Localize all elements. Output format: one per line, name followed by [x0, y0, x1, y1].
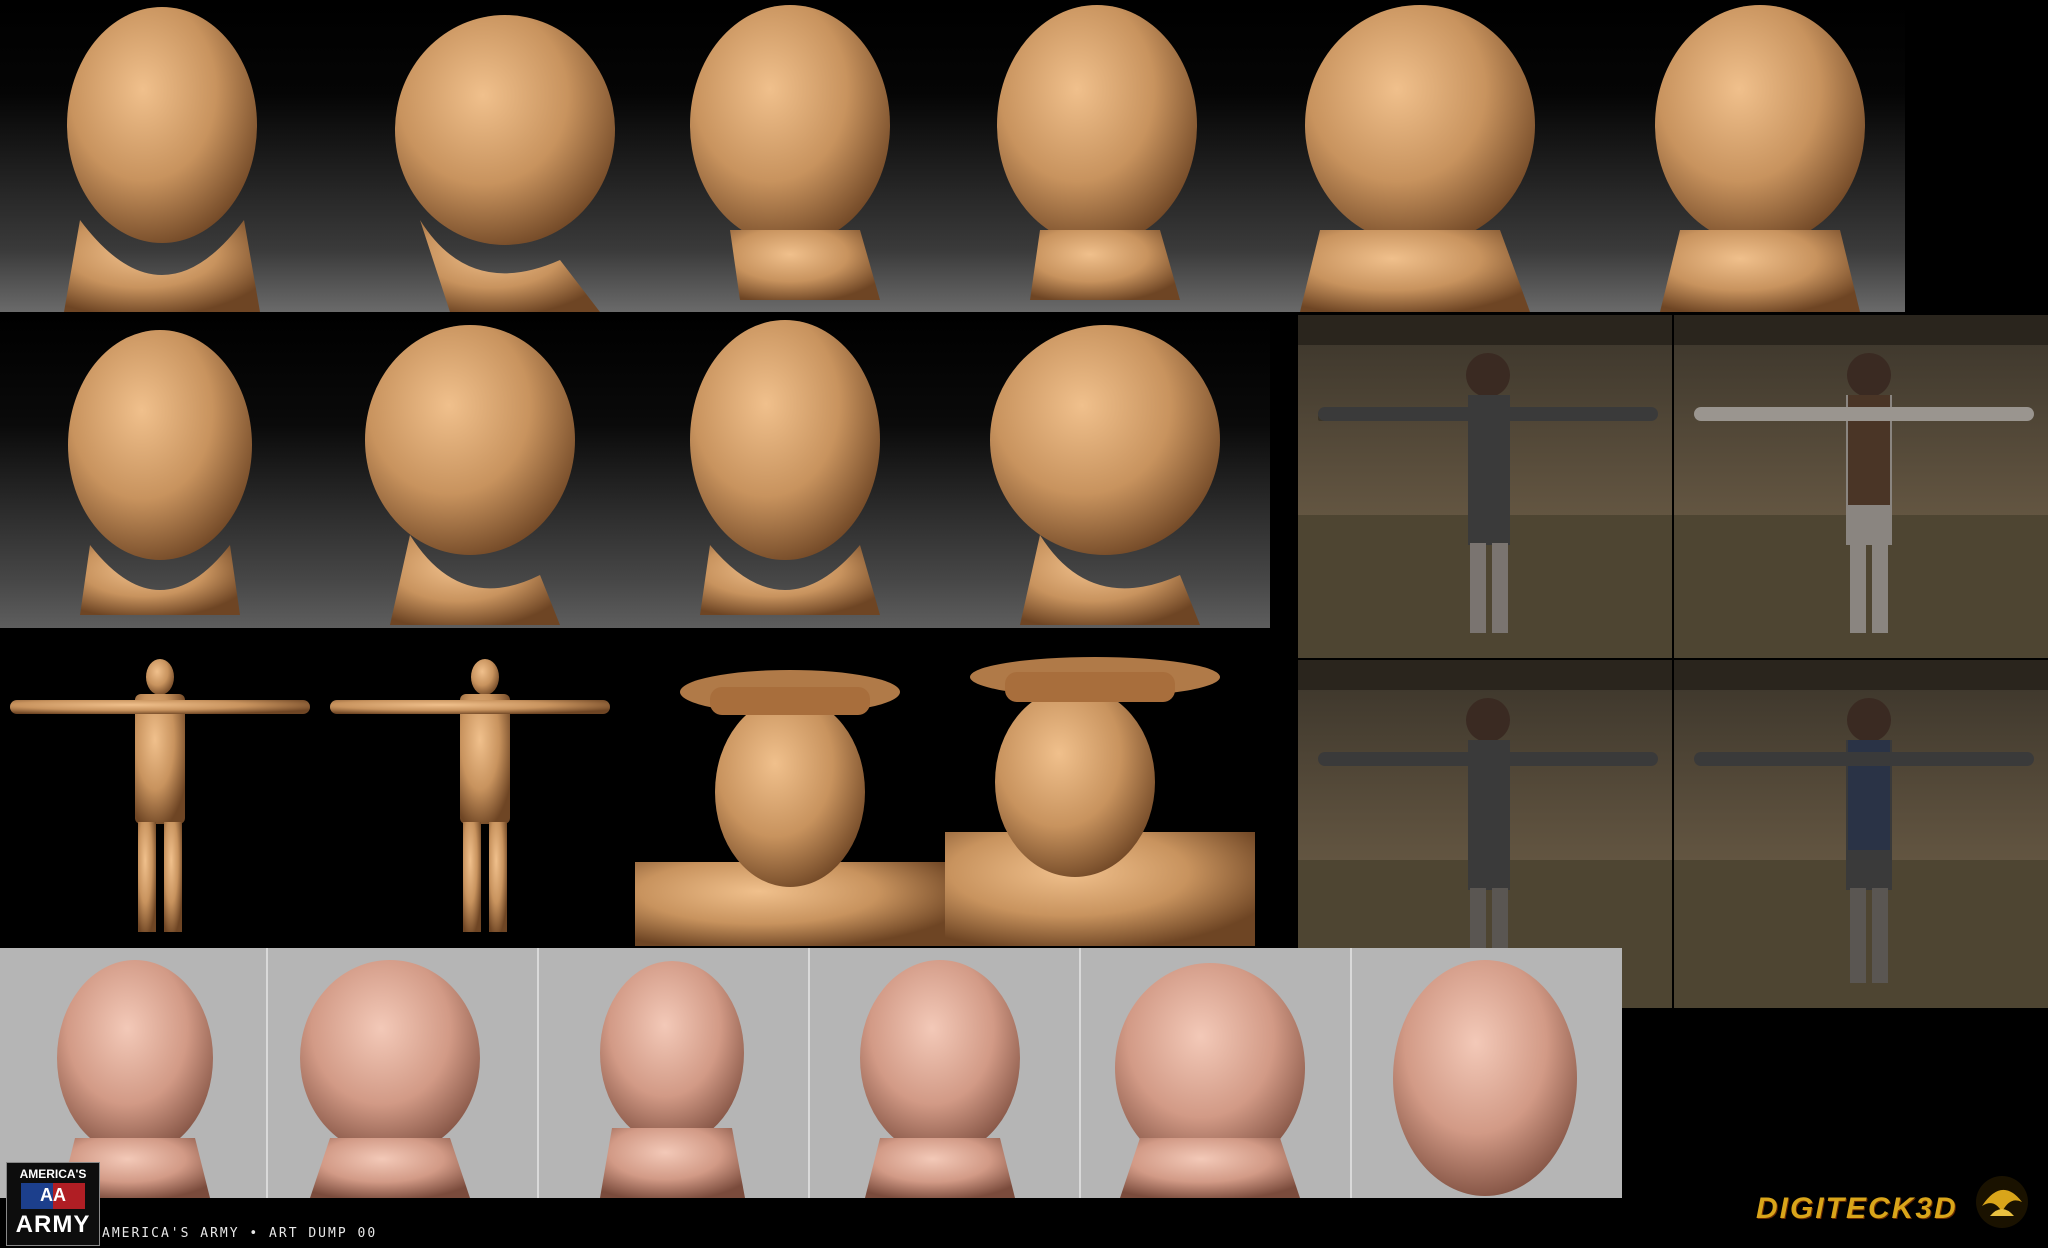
sculpt-row-1 — [0, 0, 1905, 312]
head-front-smooth-1 — [68, 330, 252, 615]
skin-head-three-quarter — [860, 960, 1020, 1198]
digiteck3d-wordmark: DIGITECK3D — [1756, 1192, 1958, 1225]
viewport-divider-5 — [1350, 948, 1352, 1198]
americas-army-logo: AMERICA'S AA ARMY — [6, 1162, 100, 1246]
head-three-quarter — [690, 5, 890, 300]
skin-head-side — [300, 960, 480, 1198]
bust-hat-side — [945, 657, 1255, 946]
logo-star-icon: AA — [21, 1183, 85, 1209]
phoenix-emblem-icon — [1976, 1176, 2028, 1228]
viewport-divider-4 — [1079, 948, 1081, 1198]
render-bottom-right — [1674, 660, 2048, 1008]
head-back-short-hair — [997, 5, 1197, 300]
head-side-smooth-2 — [990, 325, 1220, 625]
bust-hat-side-panel — [945, 632, 1255, 946]
head-side-young — [395, 15, 615, 312]
full-body-front — [10, 659, 310, 932]
head-three-quarter-2 — [1300, 5, 1535, 312]
logo-bottom-text: ARMY — [15, 1211, 91, 1238]
head-back-2 — [1655, 5, 1865, 312]
viewport-strip — [0, 948, 1622, 1198]
head-front-young — [64, 7, 260, 312]
viewport-heads — [57, 960, 1577, 1198]
body-front-panel — [0, 632, 320, 946]
head-front-smooth-2 — [690, 320, 880, 615]
sculpt-row-2 — [0, 315, 1270, 628]
skin-head-up — [1115, 963, 1305, 1198]
character-render-1 — [1298, 315, 1672, 658]
viewport-divider-1 — [266, 948, 268, 1198]
full-body-back — [330, 659, 610, 932]
footer-caption: AMERICA'S ARMY • ART DUMP 00 — [102, 1226, 378, 1241]
body-back-panel — [320, 632, 610, 946]
bust-hat-front — [635, 670, 945, 946]
digiteck3d-logo: DIGITECK3D — [1750, 1170, 2040, 1242]
viewport-divider-3 — [808, 948, 810, 1198]
character-render-4 — [1674, 660, 2048, 1008]
render-top-right — [1674, 315, 2048, 658]
render-top-left — [1298, 315, 1672, 658]
character-render-2 — [1674, 315, 2048, 658]
viewport-divider-2 — [537, 948, 539, 1198]
sculpt-row-2-heads — [68, 320, 1220, 625]
bust-hat-front-panel — [635, 632, 945, 946]
sculpt-row-1-heads — [64, 5, 1865, 312]
logo-top-text: AMERICA'S — [19, 1167, 87, 1181]
skin-head-top — [1393, 960, 1577, 1196]
head-side-smooth-1 — [365, 325, 575, 625]
logo-mid-text: AA — [40, 1185, 66, 1205]
skin-head-back — [600, 961, 745, 1198]
